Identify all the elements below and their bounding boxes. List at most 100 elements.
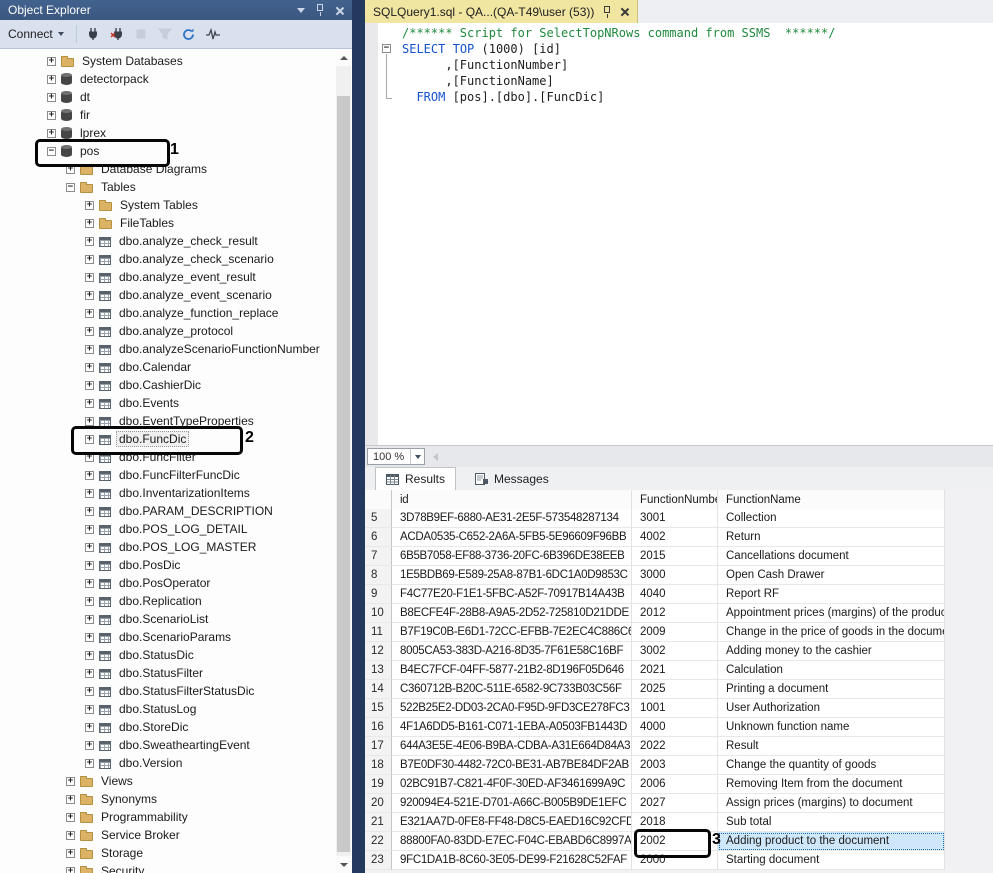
table-row[interactable]: 14C360712B-B20C-511E-6582-9C733B03C56F20… <box>365 680 993 699</box>
cell-id[interactable]: 920094E4-521E-D701-A66C-B005B9DE1EFC <box>392 794 632 813</box>
tree-item-dbo-statusfilter[interactable]: +dbo.StatusFilter <box>0 664 336 682</box>
expand-icon[interactable]: + <box>66 165 75 174</box>
cell-functionnumber[interactable]: 3001 <box>632 509 718 528</box>
tree-item-synonyms[interactable]: +Synonyms <box>0 790 336 808</box>
column-header-functionname[interactable]: FunctionName <box>718 490 945 510</box>
expand-icon[interactable]: + <box>66 777 75 786</box>
tree-item-dbo-events[interactable]: +dbo.Events <box>0 394 336 412</box>
cell-id[interactable]: 6B5B7058-EF88-3736-20FC-6B396DE38EEB <box>392 547 632 566</box>
table-row[interactable]: 20920094E4-521E-D701-A66C-B005B9DE1EFC20… <box>365 794 993 813</box>
pin-icon[interactable] <box>315 4 325 16</box>
row-number[interactable]: 5 <box>365 509 392 528</box>
cell-functionnumber[interactable]: 1001 <box>632 699 718 718</box>
cell-id[interactable]: F4C77E20-F1E1-5FBC-A52F-70917B14A43B <box>392 585 632 604</box>
expand-icon[interactable]: + <box>85 435 94 444</box>
tree-item-dbo-posdic[interactable]: +dbo.PosDic <box>0 556 336 574</box>
window-position-chevron-icon[interactable] <box>297 8 305 13</box>
expand-icon[interactable]: + <box>47 111 56 120</box>
expand-icon[interactable]: + <box>66 795 75 804</box>
tree-item-dbo-param-description[interactable]: +dbo.PARAM_DESCRIPTION <box>0 502 336 520</box>
table-row[interactable]: 15522B25E2-DD03-2CA0-F95D-9FD3CE278FC310… <box>365 699 993 718</box>
expand-icon[interactable]: + <box>85 471 94 480</box>
cell-functionnumber[interactable]: 2006 <box>632 775 718 794</box>
table-row[interactable]: 9F4C77E20-F1E1-5FBC-A52F-70917B14A43B404… <box>365 585 993 604</box>
row-number[interactable]: 18 <box>365 756 392 775</box>
scroll-down-icon[interactable] <box>336 856 351 873</box>
tree-item-security[interactable]: +Security <box>0 862 336 873</box>
expand-icon[interactable]: + <box>47 75 56 84</box>
row-number[interactable]: 22 <box>365 832 392 851</box>
cell-id[interactable]: 9FC1DA1B-8C60-3E05-DE99-F21628C52FAF <box>392 851 632 870</box>
table-row[interactable]: 13B4EC7FCF-04FF-5877-21B2-8D196F05D64620… <box>365 661 993 680</box>
cell-functionname[interactable]: Result <box>718 737 945 756</box>
expand-icon[interactable]: + <box>85 525 94 534</box>
row-number[interactable]: 14 <box>365 680 392 699</box>
cell-functionname[interactable]: Report RF <box>718 585 945 604</box>
cell-functionname[interactable]: Collection <box>718 509 945 528</box>
tree-item-dbo-analyze-function-replace[interactable]: +dbo.analyze_function_replace <box>0 304 336 322</box>
cell-functionnumber[interactable]: 2003 <box>632 756 718 775</box>
row-number[interactable]: 6 <box>365 528 392 547</box>
tree-item-dbo-scenarioparams[interactable]: +dbo.ScenarioParams <box>0 628 336 646</box>
expand-icon[interactable]: + <box>85 489 94 498</box>
expand-icon[interactable]: + <box>85 561 94 570</box>
expand-icon[interactable]: + <box>85 237 94 246</box>
expand-icon[interactable]: + <box>85 417 94 426</box>
table-row[interactable]: 164F1A6DD5-B161-C071-1EBA-A0503FB1443D40… <box>365 718 993 737</box>
panel-splitter[interactable] <box>352 0 365 873</box>
expand-icon[interactable]: + <box>85 201 94 210</box>
cell-functionname[interactable]: Unknown function name <box>718 718 945 737</box>
tree-item-fir[interactable]: +fir <box>0 106 336 124</box>
table-row[interactable]: 18B7E0DF30-4482-72C0-BE31-AB7BE84DF2AB20… <box>365 756 993 775</box>
row-number[interactable]: 15 <box>365 699 392 718</box>
cell-id[interactable]: 4F1A6DD5-B161-C071-1EBA-A0503FB1443D <box>392 718 632 737</box>
close-icon[interactable] <box>620 7 629 16</box>
connect-plug-icon[interactable] <box>81 23 105 45</box>
row-number[interactable]: 17 <box>365 737 392 756</box>
expand-icon[interactable]: + <box>85 273 94 282</box>
row-number[interactable]: 13 <box>365 661 392 680</box>
cell-id[interactable]: B8ECFE4F-28B8-A9A5-2D52-725810D21DDE <box>392 604 632 623</box>
collapse-icon[interactable]: − <box>66 183 75 192</box>
expand-icon[interactable]: + <box>85 219 94 228</box>
cell-functionname[interactable]: Change the quantity of goods <box>718 756 945 775</box>
tree-item-dbo-cashierdic[interactable]: +dbo.CashierDic <box>0 376 336 394</box>
hscroll-left-icon[interactable] <box>433 453 438 461</box>
row-number[interactable]: 8 <box>365 566 392 585</box>
cell-functionnumber[interactable]: 2015 <box>632 547 718 566</box>
cell-id[interactable]: 02BC91B7-C821-4F0F-30ED-AF3461699A9C <box>392 775 632 794</box>
cell-functionname[interactable]: Printing a document <box>718 680 945 699</box>
outline-collapse-icon[interactable]: − <box>382 44 391 53</box>
row-number[interactable]: 19 <box>365 775 392 794</box>
cell-id[interactable]: 644A3E5E-4E06-B9BA-CDBA-A31E664D84A3 <box>392 737 632 756</box>
tree-item-dbo-analyze-check-result[interactable]: +dbo.analyze_check_result <box>0 232 336 250</box>
cell-functionnumber[interactable]: 3002 <box>632 642 718 661</box>
tree-item-dt[interactable]: +dt <box>0 88 336 106</box>
cell-functionnumber[interactable]: 4000 <box>632 718 718 737</box>
tab-messages[interactable]: Messages <box>465 467 559 490</box>
cell-functionname[interactable]: Appointment prices (margins) of the prod… <box>718 604 945 623</box>
cell-functionnumber[interactable]: 2027 <box>632 794 718 813</box>
cell-id[interactable]: B7F19C0B-E6D1-72CC-EFBB-7E2EC4C886C6 <box>392 623 632 642</box>
cell-functionnumber[interactable]: 3000 <box>632 566 718 585</box>
expand-icon[interactable]: + <box>66 867 75 873</box>
cell-functionnumber[interactable]: 4002 <box>632 528 718 547</box>
tree-item-dbo-scenariolist[interactable]: +dbo.ScenarioList <box>0 610 336 628</box>
tree-item-dbo-statuslog[interactable]: +dbo.StatusLog <box>0 700 336 718</box>
expand-icon[interactable]: + <box>47 129 56 138</box>
table-row[interactable]: 1902BC91B7-C821-4F0F-30ED-AF3461699A9C20… <box>365 775 993 794</box>
tree-item-dbo-pos-log-detail[interactable]: +dbo.POS_LOG_DETAIL <box>0 520 336 538</box>
expand-icon[interactable]: + <box>47 93 56 102</box>
cell-id[interactable]: ACDA0535-C652-2A6A-5FB5-5E96609F96BB <box>392 528 632 547</box>
tab-results[interactable]: Results <box>375 467 456 490</box>
table-row[interactable]: 11B7F19C0B-E6D1-72CC-EFBB-7E2EC4C886C620… <box>365 623 993 642</box>
zoom-dropdown-button[interactable] <box>410 449 424 464</box>
table-row[interactable]: 128005CA53-383D-A216-8D35-7F61E58C16BF30… <box>365 642 993 661</box>
expand-icon[interactable]: + <box>85 615 94 624</box>
tree-item-dbo-inventarizationitems[interactable]: +dbo.InventarizationItems <box>0 484 336 502</box>
expand-icon[interactable]: + <box>85 597 94 606</box>
tree-item-dbo-analyze-event-scenario[interactable]: +dbo.analyze_event_scenario <box>0 286 336 304</box>
collapse-icon[interactable]: − <box>47 147 56 156</box>
tree-item-dbo-statusfilterstatusdic[interactable]: +dbo.StatusFilterStatusDic <box>0 682 336 700</box>
expand-icon[interactable]: + <box>85 759 94 768</box>
